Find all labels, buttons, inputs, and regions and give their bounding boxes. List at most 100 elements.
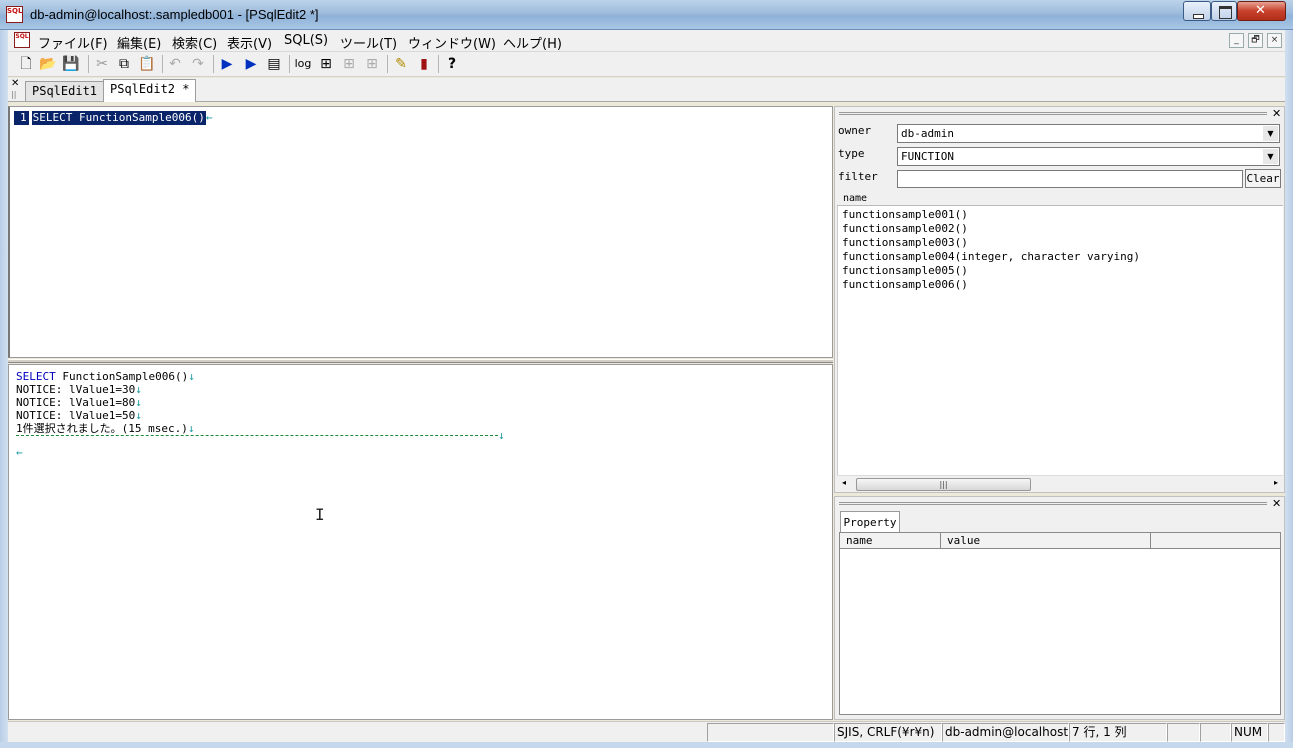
redo-icon[interactable]: ↷ [188,54,208,74]
panel-close-icon[interactable]: ✕ [1272,497,1281,510]
execute-icon[interactable]: ▶ [217,54,237,74]
horizontal-scrollbar[interactable]: ◂ ||| ▸ [837,475,1283,491]
sql-editor[interactable]: 1 SELECT FunctionSample006()← [8,106,833,358]
toolbar-separator [162,55,163,73]
document-tab-bar: ✕ || PSqlEdit1 * PSqlEdit2 * [8,78,1285,102]
list-item[interactable]: functionsample001() [842,208,968,222]
panel-close-icon[interactable]: ✕ [1272,107,1281,120]
owner-label: owner [838,124,872,137]
undo-icon[interactable]: ↶ [165,54,185,74]
menu-help[interactable]: ヘルプ(H) [503,33,562,52]
status-num: NUM [1231,723,1268,742]
menu-edit[interactable]: 編集(E) [117,33,161,52]
cut-icon[interactable]: ✂ [92,54,112,74]
grid-icon[interactable]: ⊞ [316,54,336,74]
eol-marker: ← [205,111,213,124]
minimize-button[interactable] [1183,1,1211,21]
sql-keyword: SELECT [16,370,56,383]
pencil-icon[interactable]: ✎ [391,54,411,74]
grid-disabled-2-icon[interactable]: ⊞ [362,54,382,74]
app-sql-icon[interactable]: SQL [6,6,23,23]
tab-psqledit2[interactable]: PSqlEdit2 * [103,79,197,102]
list-header-name[interactable]: name [837,192,1283,206]
line-number: 1 [14,111,29,125]
tab-close-icon[interactable]: ✕ [11,78,19,89]
help-icon[interactable]: ? [442,54,462,74]
book-icon[interactable]: ▮ [414,54,434,74]
column-header-value[interactable]: value [941,533,1151,549]
list-item[interactable]: functionsample004(integer, character var… [842,250,1140,264]
tab-property[interactable]: Property [840,511,900,533]
panel-grip[interactable] [839,502,1267,505]
filter-label: filter [838,170,878,183]
document-sql-icon[interactable]: SQL [14,32,30,48]
execute-step-icon[interactable]: ▶ [241,54,261,74]
title-bar[interactable]: SQL db-admin@localhost:.sampledb001 - [P… [0,0,1293,30]
chevron-down-icon[interactable]: ▼ [1263,126,1278,141]
open-folder-icon[interactable]: 📂 [38,54,58,74]
window-border-right [1285,30,1293,748]
list-item[interactable]: functionsample006() [842,278,968,292]
status-position: 7 行, 1 列 [1069,723,1167,742]
line-end-marker: ↓ [135,396,142,409]
list-item[interactable]: functionsample003() [842,236,968,250]
output-pane[interactable]: SELECT FunctionSample006()↓ NOTICE: lVal… [8,364,833,720]
mdi-close-button[interactable]: × [1267,33,1282,48]
output-text: FunctionSample006() [55,370,189,383]
panel-grip[interactable] [839,112,1267,115]
selected-code[interactable]: SELECT FunctionSample006() [31,111,206,125]
type-label: type [838,147,865,160]
status-empty-cell [1200,723,1231,742]
output-text: NOTICE: lValue1=50 [16,409,136,422]
save-icon[interactable]: 💾 [61,54,81,74]
property-panel: ✕ Property name value [834,496,1285,720]
grid-disabled-icon[interactable]: ⊞ [339,54,359,74]
menu-bar: SQL ファイル(F) 編集(E) 検索(C) 表示(V) SQL(S) ツール… [8,30,1285,52]
status-empty-cell [1167,723,1200,742]
toolbar-separator [289,55,290,73]
window-border-left [0,30,8,748]
filter-input[interactable] [897,170,1243,188]
result-separator-line [16,435,498,436]
function-list[interactable]: functionsample001() functionsample002() … [837,206,1283,475]
status-empty-cell [707,723,834,742]
toolbar: 🗋 📂 💾 ✂ ⧉ 📋 ↶ ↷ ▶ ▶ ▤ log ⊞ ⊞ ⊞ ✎ ▮ ? [8,52,1285,77]
menu-tools[interactable]: ツール(T) [340,33,397,52]
maximize-button[interactable] [1211,1,1237,21]
clear-button[interactable]: Clear [1245,169,1281,188]
owner-value: db-admin [901,127,954,140]
new-file-icon[interactable]: 🗋 [16,54,36,74]
text-cursor-icon: I [315,505,325,524]
menu-window[interactable]: ウィンドウ(W) [408,33,496,52]
output-text: 1件選択されました。(15 msec.) [16,422,188,435]
scroll-right-icon[interactable]: ▸ [1274,478,1278,487]
copy-icon[interactable]: ⧉ [114,54,134,74]
scroll-thumb[interactable]: ||| [856,478,1031,491]
toolbar-separator [88,55,89,73]
log-icon[interactable]: log [293,54,313,74]
toolbar-separator [387,55,388,73]
mdi-minimize-button[interactable]: _ [1229,33,1244,48]
menu-file[interactable]: ファイル(F) [38,33,108,52]
line-end-marker: ↓ [135,383,142,396]
tab-grip-icon: || [11,90,17,99]
explain-icon[interactable]: ▤ [264,54,284,74]
chevron-down-icon[interactable]: ▼ [1263,149,1278,164]
close-button[interactable] [1237,1,1286,21]
output-text: NOTICE: lValue1=80 [16,396,136,409]
owner-select[interactable]: db-admin ▼ [897,124,1280,143]
menu-sql[interactable]: SQL(S) [284,33,328,48]
list-item[interactable]: functionsample002() [842,222,968,236]
status-connection: db-admin@localhost: [942,723,1069,742]
resize-grip-icon[interactable] [1268,723,1285,742]
column-header-name[interactable]: name [840,533,941,549]
scroll-left-icon[interactable]: ◂ [842,478,846,487]
property-grid[interactable]: name value [839,532,1281,715]
mdi-restore-button[interactable]: 🗗 [1248,33,1263,48]
menu-search[interactable]: 検索(C) [172,33,217,52]
type-select[interactable]: FUNCTION ▼ [897,147,1280,166]
paste-icon[interactable]: 📋 [137,54,157,74]
menu-view[interactable]: 表示(V) [227,33,272,52]
pane-splitter[interactable] [8,359,833,363]
list-item[interactable]: functionsample005() [842,264,968,278]
